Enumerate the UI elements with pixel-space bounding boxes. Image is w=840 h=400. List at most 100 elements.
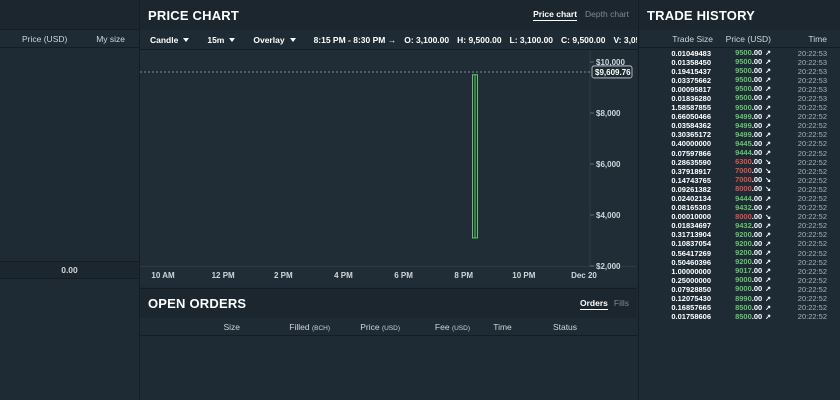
arrow-up-right-icon: ↗ xyxy=(763,95,771,103)
trade-row: 0.30365172 9499.00 ↗ 20:22:52 xyxy=(639,130,840,140)
trade-time: 20:22:52 xyxy=(797,284,827,294)
trade-size: 0.12075430 xyxy=(671,294,711,304)
trade-time: 20:22:52 xyxy=(797,275,827,285)
col-my-size: My size xyxy=(96,33,125,44)
trade-time: 20:22:52 xyxy=(797,212,827,222)
arrow-up-right-icon: ↗ xyxy=(763,122,771,130)
col-price-label: Price xyxy=(360,321,380,332)
x-tick-label: 6 PM xyxy=(394,271,413,280)
trade-history-title: TRADE HISTORY xyxy=(647,7,756,23)
arrow-up-right-icon: ↗ xyxy=(763,259,771,267)
trade-row: 0.28635590 6300.00 ↘ 20:22:52 xyxy=(639,157,840,167)
trade-row: 0.01758606 8500.00 ↗ 20:22:52 xyxy=(639,311,840,322)
trade-time: 20:22:52 xyxy=(797,312,827,322)
order-book-columns: Price (USD) My size xyxy=(0,30,139,48)
arrow-up-right-icon: ↗ xyxy=(763,231,771,239)
col-filled-label: Filled xyxy=(289,321,310,332)
trade-size: 0.16857665 xyxy=(671,303,711,313)
trade-row: 0.66050466 9499.00 ↗ 20:22:52 xyxy=(639,112,840,122)
arrow-up-right-icon: ↗ xyxy=(763,59,771,67)
arrow-up-right-icon: ↗ xyxy=(763,104,771,112)
chart-type-dropdown[interactable]: Candle xyxy=(150,34,190,45)
arrow-up-right-icon: ↗ xyxy=(763,113,771,121)
trade-row: 1.00000000 9017.00 ↗ 20:22:52 xyxy=(639,266,840,276)
trade-size: 0.01358450 xyxy=(671,57,711,67)
trade-row: 0.03584362 9499.00 ↗ 20:22:52 xyxy=(639,121,840,131)
trade-time: 20:22:52 xyxy=(797,184,827,194)
trade-time: 20:22:53 xyxy=(797,93,827,103)
trade-size: 0.40000000 xyxy=(671,139,711,149)
trade-row: 0.00010000 8000.00 ↘ 20:22:52 xyxy=(639,212,840,222)
trade-time: 20:22:52 xyxy=(797,239,827,249)
trade-size: 0.31713904 xyxy=(671,230,711,240)
trade-time: 20:22:52 xyxy=(797,175,827,185)
ohlc-close: C: 9,500.00 xyxy=(561,34,606,45)
tab-orders[interactable]: Orders xyxy=(580,298,608,310)
trade-size: 0.14743765 xyxy=(671,175,711,185)
trade-time: 20:22:52 xyxy=(797,303,827,313)
arrow-up-right-icon: ↗ xyxy=(763,50,771,57)
arrow-up-right-icon: ↗ xyxy=(763,222,771,230)
trade-size: 0.19415437 xyxy=(671,66,711,76)
spread-value: 0.00 xyxy=(0,261,139,279)
trade-history-panel: TRADE HISTORY Trade Size Price (USD) Tim… xyxy=(638,0,840,400)
trade-size: 0.00095817 xyxy=(671,84,711,94)
trade-size: 0.03584362 xyxy=(671,121,711,131)
trade-size: 0.10837054 xyxy=(671,239,711,249)
chart-type-label: Candle xyxy=(150,34,179,45)
chart-background xyxy=(140,50,637,285)
col-status: Status xyxy=(552,321,578,332)
orders-tabs: Orders Fills xyxy=(580,298,629,310)
arrow-up-right-icon: ↗ xyxy=(763,240,771,248)
trade-price: 8500.00 ↗ xyxy=(735,311,771,321)
interval-label: 15m xyxy=(207,34,225,45)
ohlc-open: O: 3,100.00 xyxy=(404,34,450,45)
chevron-down-icon xyxy=(229,37,236,42)
trade-time: 20:22:52 xyxy=(797,166,827,176)
overlay-dropdown[interactable]: Overlay xyxy=(253,35,296,45)
y-tick-label: $8,000 xyxy=(596,109,621,118)
col-price: Price (USD) xyxy=(330,322,400,332)
trade-row: 0.40000000 9445.00 ↗ 20:22:52 xyxy=(639,139,840,149)
arrow-up-right-icon: ↗ xyxy=(763,195,771,203)
trade-history-columns: Trade Size Price (USD) Time xyxy=(639,30,840,48)
arrow-down-right-icon: ↘ xyxy=(763,168,771,176)
col-fee-unit: (USD) xyxy=(451,324,470,332)
trade-row: 0.02402134 9444.00 ↗ 20:22:52 xyxy=(639,194,840,204)
trade-size: 0.25000000 xyxy=(671,275,711,285)
x-tick-label: 10 PM xyxy=(512,271,535,280)
arrow-up-right-icon: ↗ xyxy=(763,277,771,285)
trade-time: 20:22:52 xyxy=(797,203,827,213)
trade-row: 0.01358450 9500.00 ↗ 20:22:53 xyxy=(639,57,840,67)
trade-history-list[interactable]: 0.01049483 9500.00 ↗ 20:22:53 0.01358450 950… xyxy=(639,48,840,321)
col-filled: Filled (BCH) xyxy=(240,322,330,332)
trade-time: 20:22:53 xyxy=(797,75,827,85)
trade-row: 0.03375662 9500.00 ↗ 20:22:53 xyxy=(639,75,840,85)
y-tick-label: $2,000 xyxy=(596,262,621,271)
trade-row: 0.12075430 8990.00 ↗ 20:22:52 xyxy=(639,294,840,304)
arrow-down-right-icon: ↘ xyxy=(763,186,771,194)
arrow-up-right-icon: ↗ xyxy=(763,286,771,294)
price-chart-title: PRICE CHART xyxy=(148,7,240,23)
trade-size: 0.08165303 xyxy=(671,203,711,213)
col-size: Size xyxy=(223,321,240,332)
trade-time: 20:22:53 xyxy=(797,84,827,94)
trade-row: 0.01049483 9500.00 ↗ 20:22:53 xyxy=(639,48,840,58)
arrow-up-right-icon: ↗ xyxy=(763,204,771,212)
trade-row: 0.07928850 9000.00 ↗ 20:22:52 xyxy=(639,284,840,294)
trade-size: 1.00000000 xyxy=(671,266,711,276)
trade-time: 20:22:52 xyxy=(797,130,827,140)
trade-size: 0.01834697 xyxy=(671,221,711,231)
trade-history-header: TRADE HISTORY xyxy=(639,0,840,30)
tab-price-chart[interactable]: Price chart xyxy=(533,9,578,21)
arrow-up-right-icon: ↗ xyxy=(763,131,771,139)
price-chart-svg[interactable]: $2,000$4,000$6,000$8,000$10,00010 AM 12 P… xyxy=(140,50,637,285)
trade-row: 0.56417269 9200.00 ↗ 20:22:52 xyxy=(639,248,840,258)
price-chart-area[interactable]: $2,000 $4,000 $6,000 $8,000 $10,000 10 AM 12 P… xyxy=(140,50,637,285)
col-price: Price (USD) xyxy=(22,33,68,44)
current-price-label: $9,609.76 xyxy=(595,68,631,77)
interval-dropdown[interactable]: 15m xyxy=(207,34,236,45)
tab-depth-chart[interactable]: Depth chart xyxy=(585,9,629,21)
trade-time: 20:22:52 xyxy=(797,121,827,131)
tab-fills[interactable]: Fills xyxy=(614,298,629,310)
